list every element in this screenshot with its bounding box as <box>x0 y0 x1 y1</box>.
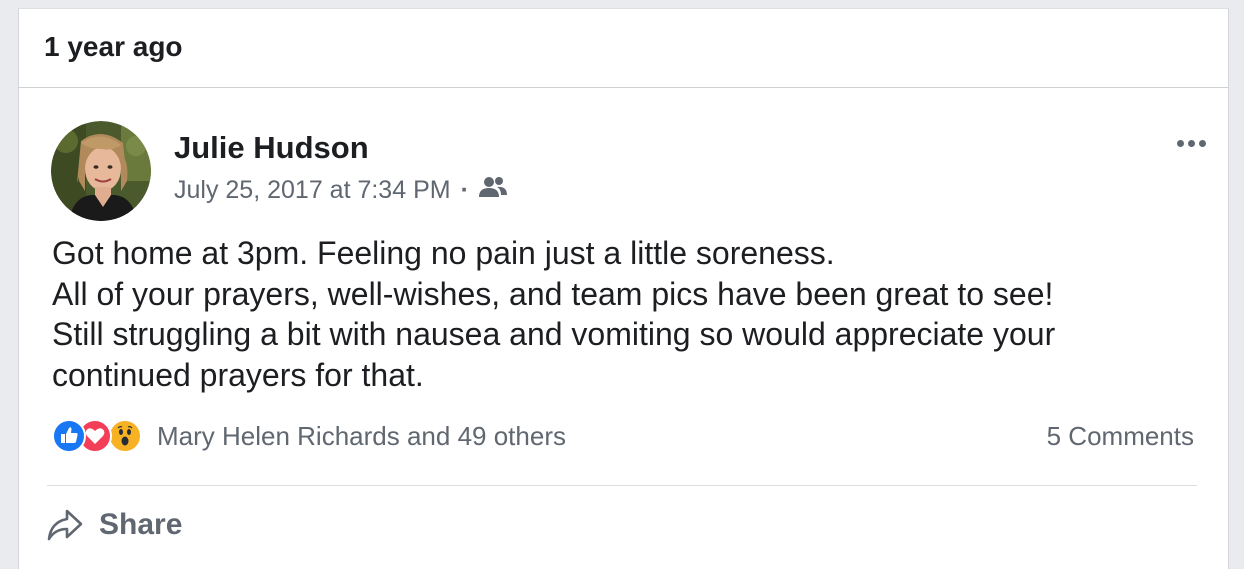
author-name[interactable]: Julie Hudson <box>174 130 369 166</box>
avatar[interactable] <box>51 121 151 221</box>
post-timestamp[interactable]: July 25, 2017 at 7:34 PM <box>174 176 451 205</box>
memory-title: 1 year ago <box>44 31 183 62</box>
post: Julie Hudson July 25, 2017 at 7:34 PM · … <box>19 88 1228 568</box>
comments-count[interactable]: 5 Comments <box>1047 421 1194 452</box>
reactions-row: Mary Helen Richards and 49 others 5 Comm… <box>52 416 1194 456</box>
post-body-line: continued prayers for that. <box>52 356 424 393</box>
friends-icon[interactable] <box>478 176 507 205</box>
share-label: Share <box>99 508 183 541</box>
post-body-line: All of your prayers, well-wishes, and te… <box>52 275 1054 312</box>
reaction-icons[interactable] <box>52 419 152 453</box>
like-icon <box>52 419 86 453</box>
reactions-summary[interactable]: Mary Helen Richards and 49 others <box>157 421 566 452</box>
post-body-line: Got home at 3pm. Feeling no pain just a … <box>52 235 835 271</box>
memory-header: 1 year ago <box>19 9 1228 88</box>
post-meta: July 25, 2017 at 7:34 PM · <box>174 176 507 205</box>
wow-icon <box>108 419 142 453</box>
meta-separator: · <box>460 176 469 204</box>
share-button[interactable]: Share <box>47 502 182 548</box>
more-options-icon[interactable] <box>1177 140 1206 147</box>
post-body: Got home at 3pm. Feeling no pain just a … <box>52 233 1202 395</box>
post-body-line: Still struggling a bit with nausea and v… <box>52 316 1056 352</box>
memory-card: 1 year ago Julie Hudson July 25, 2017 at… <box>18 8 1229 569</box>
actions-divider <box>47 485 1197 486</box>
share-arrow-icon <box>47 509 83 541</box>
profile-photo-icon <box>51 121 151 221</box>
